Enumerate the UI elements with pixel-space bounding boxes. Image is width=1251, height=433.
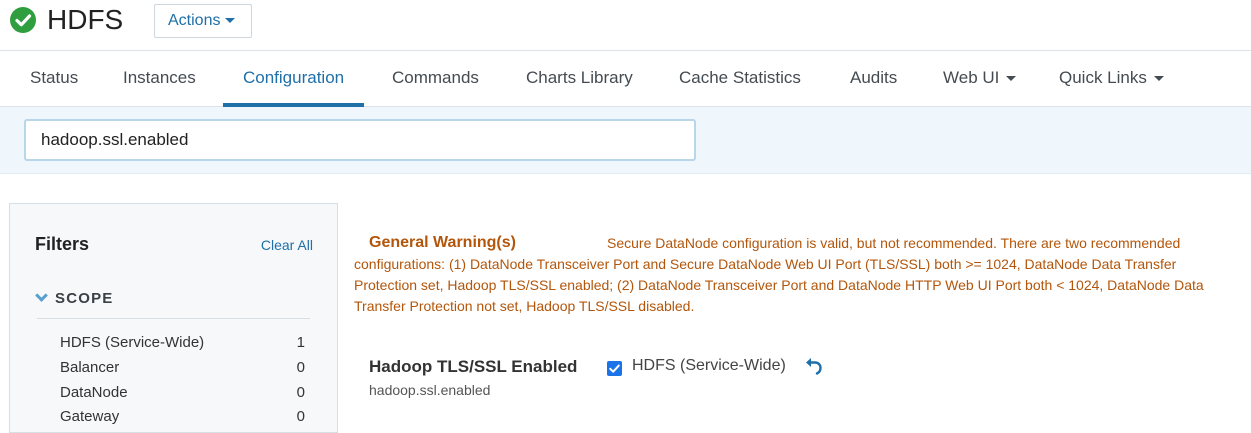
tab-web-ui[interactable]: Web UI [943, 51, 1017, 107]
filters-title: Filters [35, 234, 90, 254]
tab-instances[interactable]: Instances [123, 51, 196, 107]
tab-charts-library[interactable]: Charts Library [526, 51, 633, 107]
scope-item-balancer[interactable]: Balancer 0 [60, 359, 305, 381]
actions-label: Actions [168, 12, 221, 29]
tab-commands[interactable]: Commands [392, 51, 479, 107]
clear-all-link[interactable]: Clear All [261, 237, 313, 253]
service-header: HDFS Actions [0, 0, 1251, 50]
filters-panel: Filters Clear All SCOPE HDFS (Service-Wi… [9, 203, 338, 433]
divider [37, 318, 310, 319]
scope-item-label: DataNode [60, 384, 128, 401]
scope-item-label: HDFS (Service-Wide) [60, 334, 205, 351]
property-key: hadoop.ssl.enabled [369, 382, 491, 398]
scope-item-count: 0 [296, 384, 305, 401]
scope-item-label: Gateway [60, 408, 120, 425]
tab-status[interactable]: Status [30, 51, 78, 107]
scope-item-count: 0 [296, 408, 305, 425]
scope-item-count: 0 [296, 359, 305, 376]
scope-label: SCOPE [55, 290, 114, 307]
scope-item-hdfs-service-wide[interactable]: HDFS (Service-Wide) 1 [60, 334, 305, 356]
warning-title: General Warning(s) [369, 234, 516, 251]
scope-item-datanode[interactable]: DataNode 0 [60, 384, 305, 406]
undo-arrow-icon[interactable] [804, 356, 824, 376]
check-circle-icon [10, 7, 36, 33]
property-display-name: Hadoop TLS/SSL Enabled [369, 357, 578, 376]
search-input[interactable] [24, 119, 696, 161]
tab-bar: Status Instances Configuration Commands … [0, 50, 1251, 107]
property-checkbox[interactable] [607, 361, 622, 376]
caret-down-icon [1153, 76, 1164, 82]
tab-audits[interactable]: Audits [850, 51, 897, 107]
scope-item-label: Balancer [60, 359, 120, 376]
caret-down-icon [225, 18, 236, 24]
scope-item-count: 1 [296, 334, 305, 351]
actions-dropdown-button[interactable]: Actions [154, 4, 252, 38]
caret-down-icon [1006, 76, 1017, 82]
scope-toggle[interactable]: SCOPE [35, 289, 114, 307]
scope-item-gateway[interactable]: Gateway 0 [60, 408, 305, 430]
tab-quick-links[interactable]: Quick Links [1059, 51, 1164, 107]
search-bar [0, 107, 1251, 174]
service-title: HDFS [47, 4, 124, 35]
tab-cache-statistics[interactable]: Cache Statistics [679, 51, 801, 107]
property-scope-label: HDFS (Service-Wide) [632, 357, 786, 374]
tab-configuration[interactable]: Configuration [222, 51, 365, 107]
chevron-down-icon [35, 289, 48, 302]
